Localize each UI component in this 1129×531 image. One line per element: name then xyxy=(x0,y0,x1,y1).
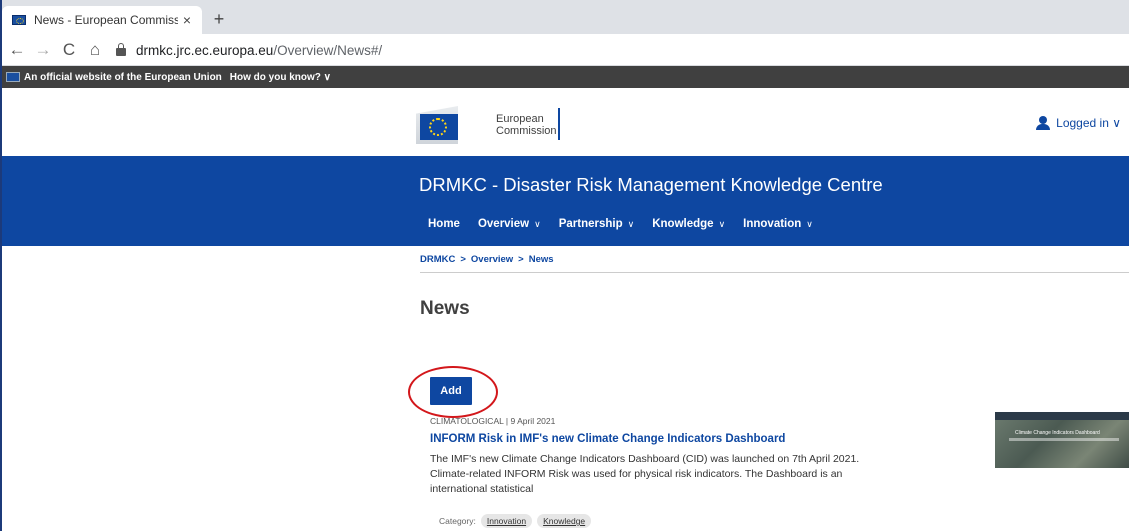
thumbnail-subtitle-bar xyxy=(1009,438,1119,441)
logo-text-line1: European xyxy=(496,113,544,125)
news-categories: Category: Innovation Knowledge xyxy=(439,514,592,528)
nav-item-overview[interactable]: Overview ∨ xyxy=(478,218,541,230)
nav-item-home[interactable]: Home xyxy=(428,218,460,230)
news-thumbnail[interactable]: Climate Change Indicators Dashboard xyxy=(995,412,1129,468)
nav-item-partnership[interactable]: Partnership ∨ xyxy=(559,218,635,230)
nav-item-knowledge[interactable]: Knowledge ∨ xyxy=(652,218,725,230)
chevron-down-icon: ∨ xyxy=(806,218,813,229)
site-title: DRMKC - Disaster Risk Management Knowled… xyxy=(419,174,883,195)
tab-title: News - European Commission xyxy=(34,13,178,27)
nav-label: Knowledge xyxy=(652,218,714,230)
official-website-text: An official website of the European Unio… xyxy=(24,71,222,83)
url-path: /Overview/News#/ xyxy=(273,42,383,58)
breadcrumb-item-overview[interactable]: Overview xyxy=(471,254,513,265)
breadcrumb: DRMKC > Overview > News xyxy=(420,254,554,265)
breadcrumb-item-news: News xyxy=(528,254,554,265)
tab-strip: News - European Commission × + xyxy=(2,0,1129,34)
new-tab-button[interactable]: + xyxy=(208,8,230,30)
logo-text-line2: Commission xyxy=(496,125,557,137)
url-host: drmkc.jrc.ec.europa.eu xyxy=(136,42,274,58)
how-do-you-know-link[interactable]: How do you know? ∨ xyxy=(230,72,331,83)
chevron-down-icon: ∨ xyxy=(534,218,541,229)
lock-icon xyxy=(116,42,126,56)
news-title-link[interactable]: INFORM Risk in IMF's new Climate Change … xyxy=(430,433,785,445)
category-label: Category: xyxy=(439,516,476,526)
browser-tab[interactable]: News - European Commission × xyxy=(2,6,202,34)
page-title: News xyxy=(420,298,470,319)
home-icon[interactable]: ⌂ xyxy=(84,39,106,61)
news-description: The IMF's new Climate Change Indicators … xyxy=(430,453,860,495)
breadcrumb-separator: > xyxy=(460,254,466,265)
european-commission-logo[interactable]: European Commission xyxy=(416,102,566,148)
user-icon xyxy=(1036,116,1051,130)
browser-toolbar: ← → C ⌂ drmkc.jrc.ec.europa.eu /Overview… xyxy=(2,34,1129,66)
address-bar[interactable]: drmkc.jrc.ec.europa.eu /Overview/News#/ xyxy=(116,38,1129,62)
breadcrumb-item-drmkc[interactable]: DRMKC xyxy=(420,254,455,265)
nav-label: Overview xyxy=(477,218,530,230)
eu-favicon-icon xyxy=(12,15,26,25)
thumbnail-nav-bar xyxy=(995,412,1129,420)
annotation-circle xyxy=(408,366,498,418)
tag-innovation[interactable]: Innovation xyxy=(480,514,533,528)
eu-official-bar: An official website of the European Unio… xyxy=(2,66,1129,88)
browser-window: News - European Commission × + ← → C ⌂ d… xyxy=(0,0,1129,531)
site-header: European Commission Logged in ∨ xyxy=(2,88,1129,156)
chevron-down-icon: ∨ xyxy=(627,218,635,229)
forward-icon[interactable]: → xyxy=(32,39,54,61)
logged-in-menu[interactable]: Logged in ∨ xyxy=(1036,116,1121,130)
breadcrumb-separator: > xyxy=(518,254,524,265)
breadcrumb-divider xyxy=(420,272,1129,273)
logged-in-label: Logged in ∨ xyxy=(1056,116,1121,130)
close-tab-icon[interactable]: × xyxy=(178,12,196,28)
logo-divider xyxy=(558,108,560,140)
nav-item-innovation[interactable]: Innovation ∨ xyxy=(743,218,813,230)
nav-label: Innovation xyxy=(743,218,802,230)
news-meta: CLIMATOLOGICAL | 9 April 2021 xyxy=(430,416,556,426)
reload-icon[interactable]: C xyxy=(58,39,80,61)
chevron-down-icon: ∨ xyxy=(718,218,726,229)
nav-label: Home xyxy=(428,218,460,230)
nav-label: Partnership xyxy=(558,218,623,230)
eu-stars-icon xyxy=(429,118,447,136)
tag-knowledge[interactable]: Knowledge xyxy=(537,514,592,528)
site-banner: DRMKC - Disaster Risk Management Knowled… xyxy=(2,156,1129,246)
back-icon[interactable]: ← xyxy=(6,39,28,61)
main-navigation: Home Overview ∨ Partnership ∨ Knowledge ∨ I… xyxy=(428,218,831,230)
eu-flag-icon xyxy=(6,72,20,82)
thumbnail-title: Climate Change Indicators Dashboard xyxy=(1015,430,1100,436)
logo-text: European Commission xyxy=(496,113,557,137)
